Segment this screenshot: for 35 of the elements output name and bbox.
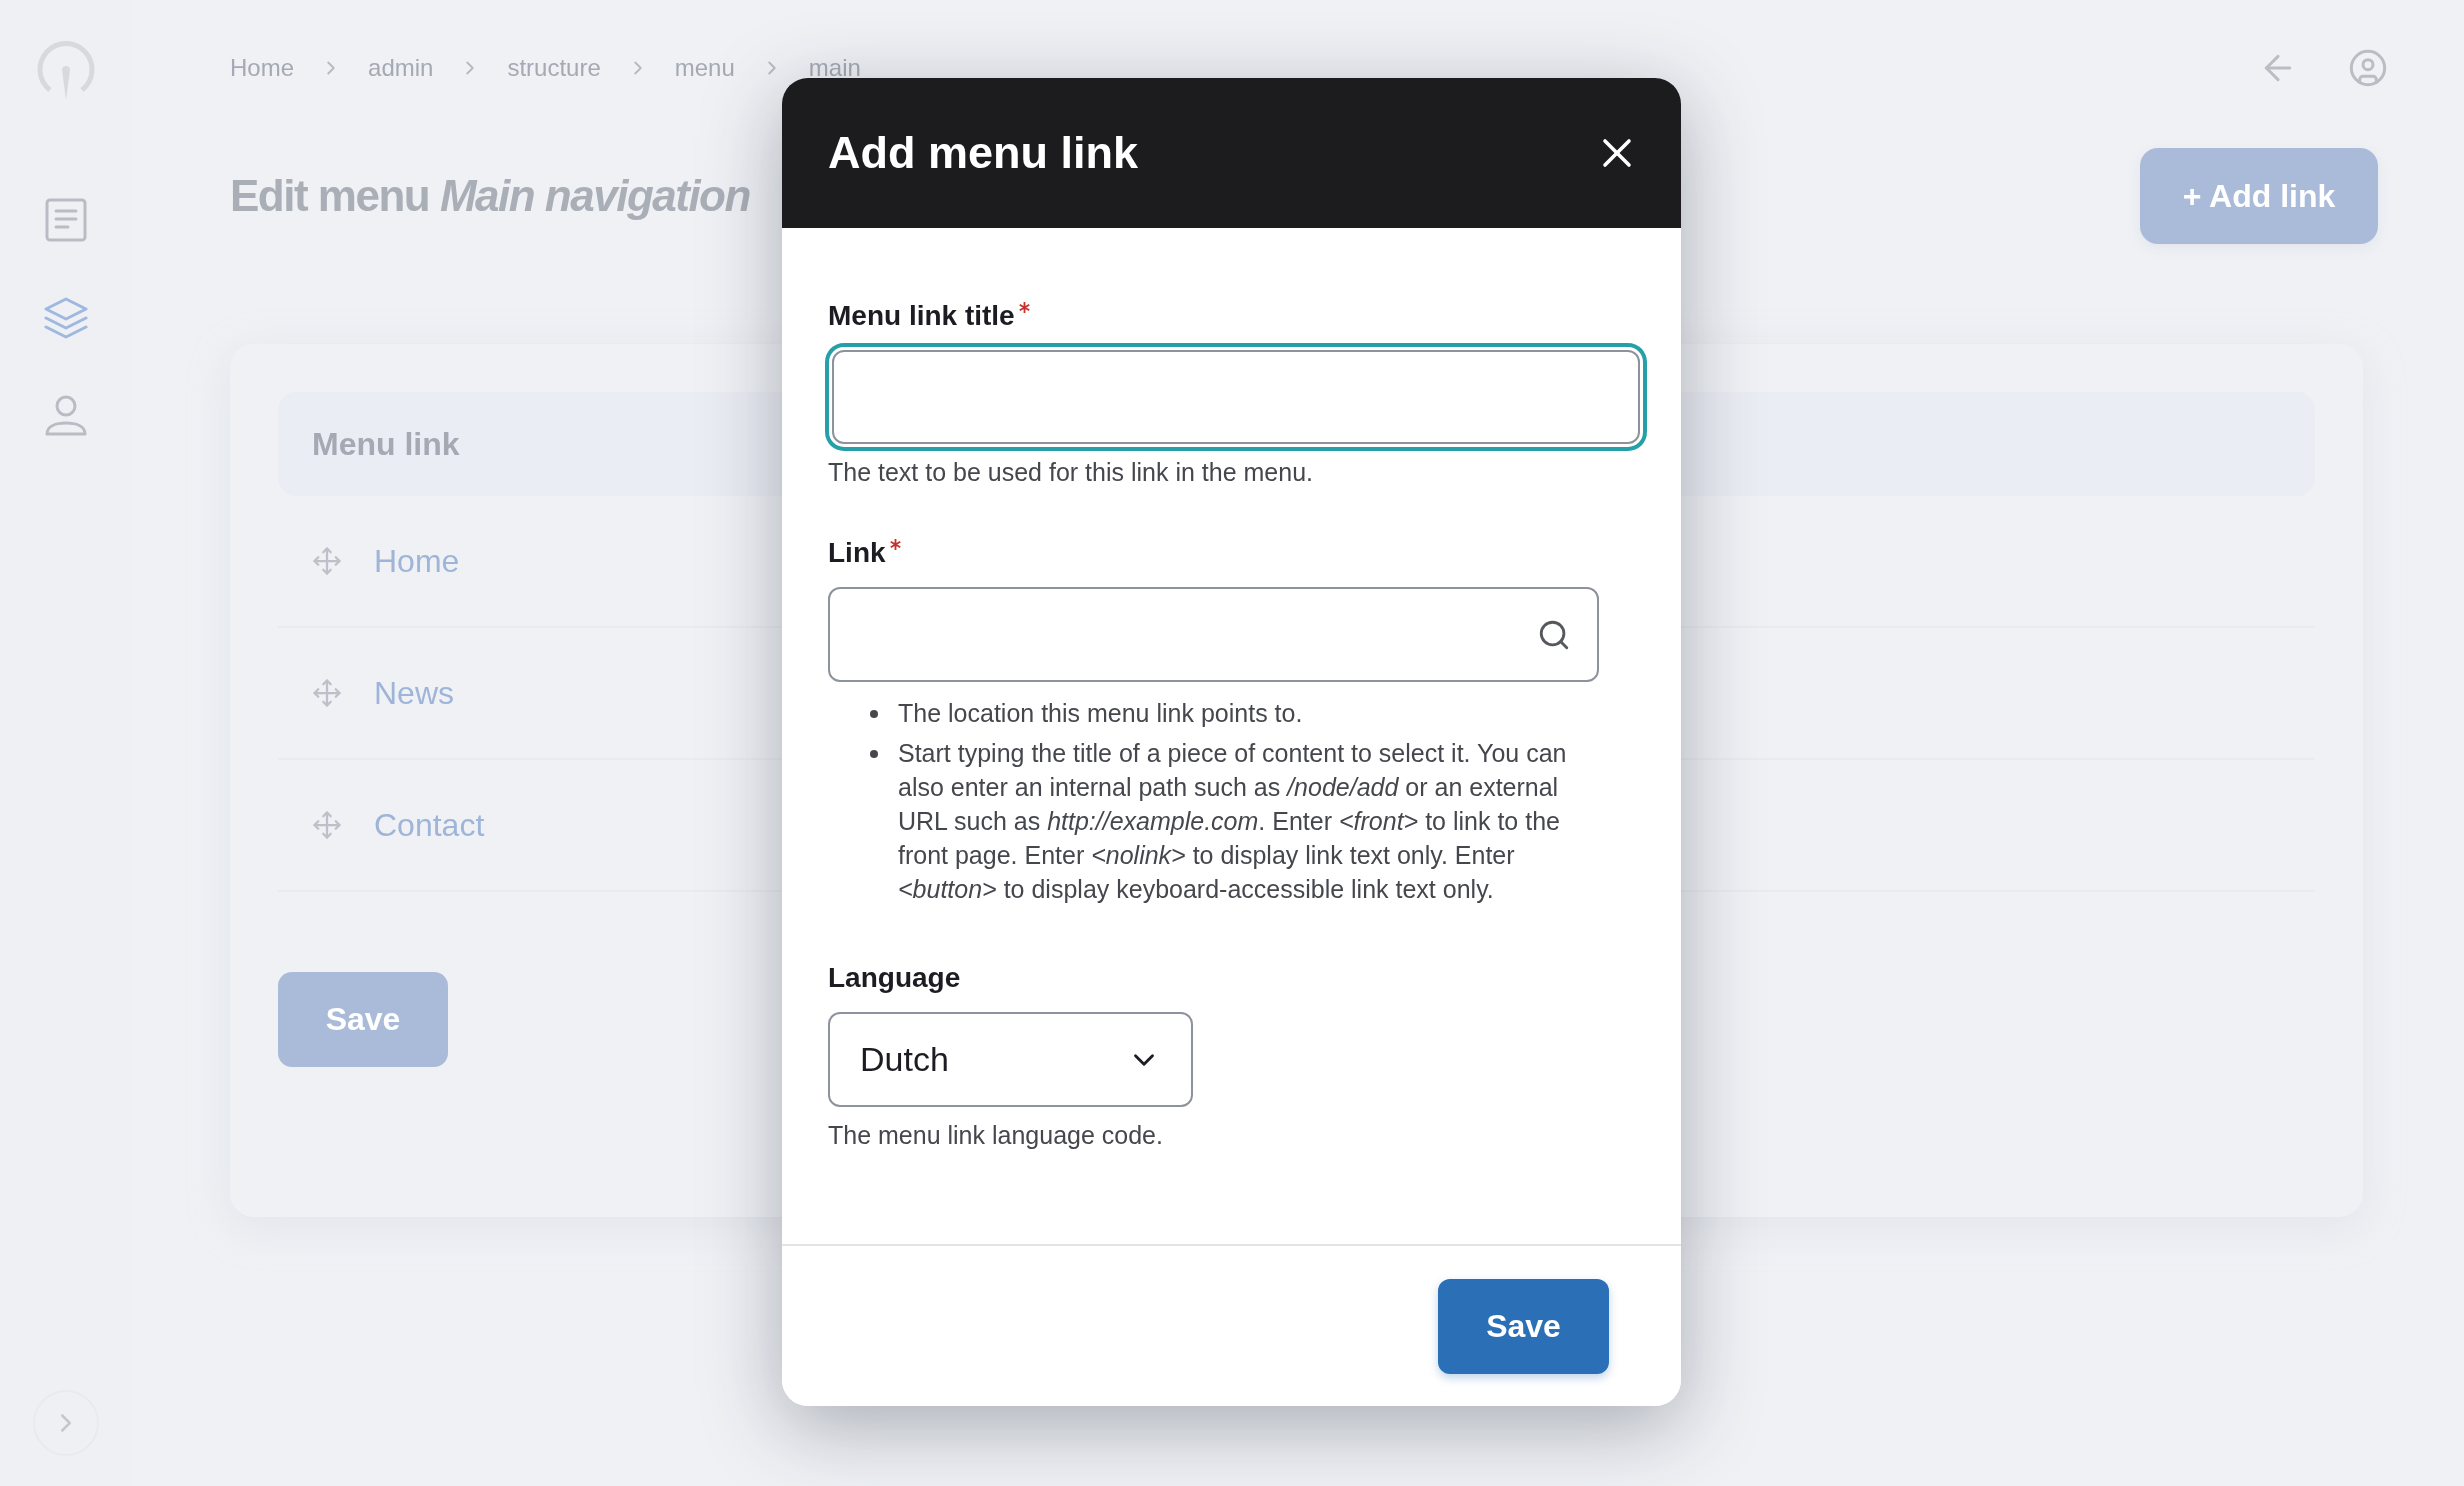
drag-handle-icon[interactable]: [312, 810, 342, 840]
required-icon: [1018, 302, 1030, 313]
breadcrumb-link[interactable]: structure: [507, 54, 601, 82]
breadcrumb-link[interactable]: Home: [230, 54, 295, 82]
menu-item-title[interactable]: Contact: [374, 806, 485, 844]
add-link-button[interactable]: + Add link: [2140, 148, 2378, 244]
text-input-field[interactable]: [832, 350, 1640, 444]
help-text: Start typing the title of a piece of content to select it. You can also enter an internal path such as /node/add or an external URL such as http://example.com. Enter <front> to link to the front page. Enter <nolink> to display link text only. Enter <button> to display keyboard-accessible link text only.: [898, 738, 1568, 905]
language-select[interactable]: Dutch: [828, 1012, 1193, 1107]
field-label: Language: [828, 962, 961, 994]
breadcrumb-link[interactable]: main: [808, 54, 861, 82]
layers-icon: [44, 296, 88, 340]
field-label: Menu link title: [828, 300, 1015, 332]
help-text: The location this menu link points to.: [898, 698, 1304, 729]
save-button[interactable]: Save: [1438, 1278, 1609, 1374]
page-title: Edit menu Main navigation: [230, 171, 750, 221]
drag-handle-icon[interactable]: [312, 546, 342, 576]
drag-handle-icon[interactable]: [312, 678, 342, 708]
dialog-title: Add menu link: [828, 127, 1138, 179]
bullet-icon: [870, 710, 878, 718]
expand-button[interactable]: [33, 1390, 99, 1456]
user-icon: [44, 394, 88, 438]
document-icon: [45, 198, 87, 242]
save-button[interactable]: Save: [278, 972, 448, 1067]
field-description: The menu link language code.: [828, 1121, 1164, 1150]
breadcrumb-link[interactable]: menu: [674, 54, 735, 82]
field-label: Link: [828, 537, 886, 569]
required-icon: [889, 539, 901, 550]
breadcrumb-link[interactable]: admin: [368, 54, 434, 82]
link-input-field[interactable]: [828, 587, 1599, 682]
bullet-icon: [870, 750, 878, 758]
menu-item-title[interactable]: Home: [374, 542, 460, 580]
field-description: The text to be used for this link in the menu.: [828, 458, 1314, 487]
menu-item-title[interactable]: News: [374, 674, 454, 712]
user-circle-icon[interactable]: [2348, 48, 2388, 88]
